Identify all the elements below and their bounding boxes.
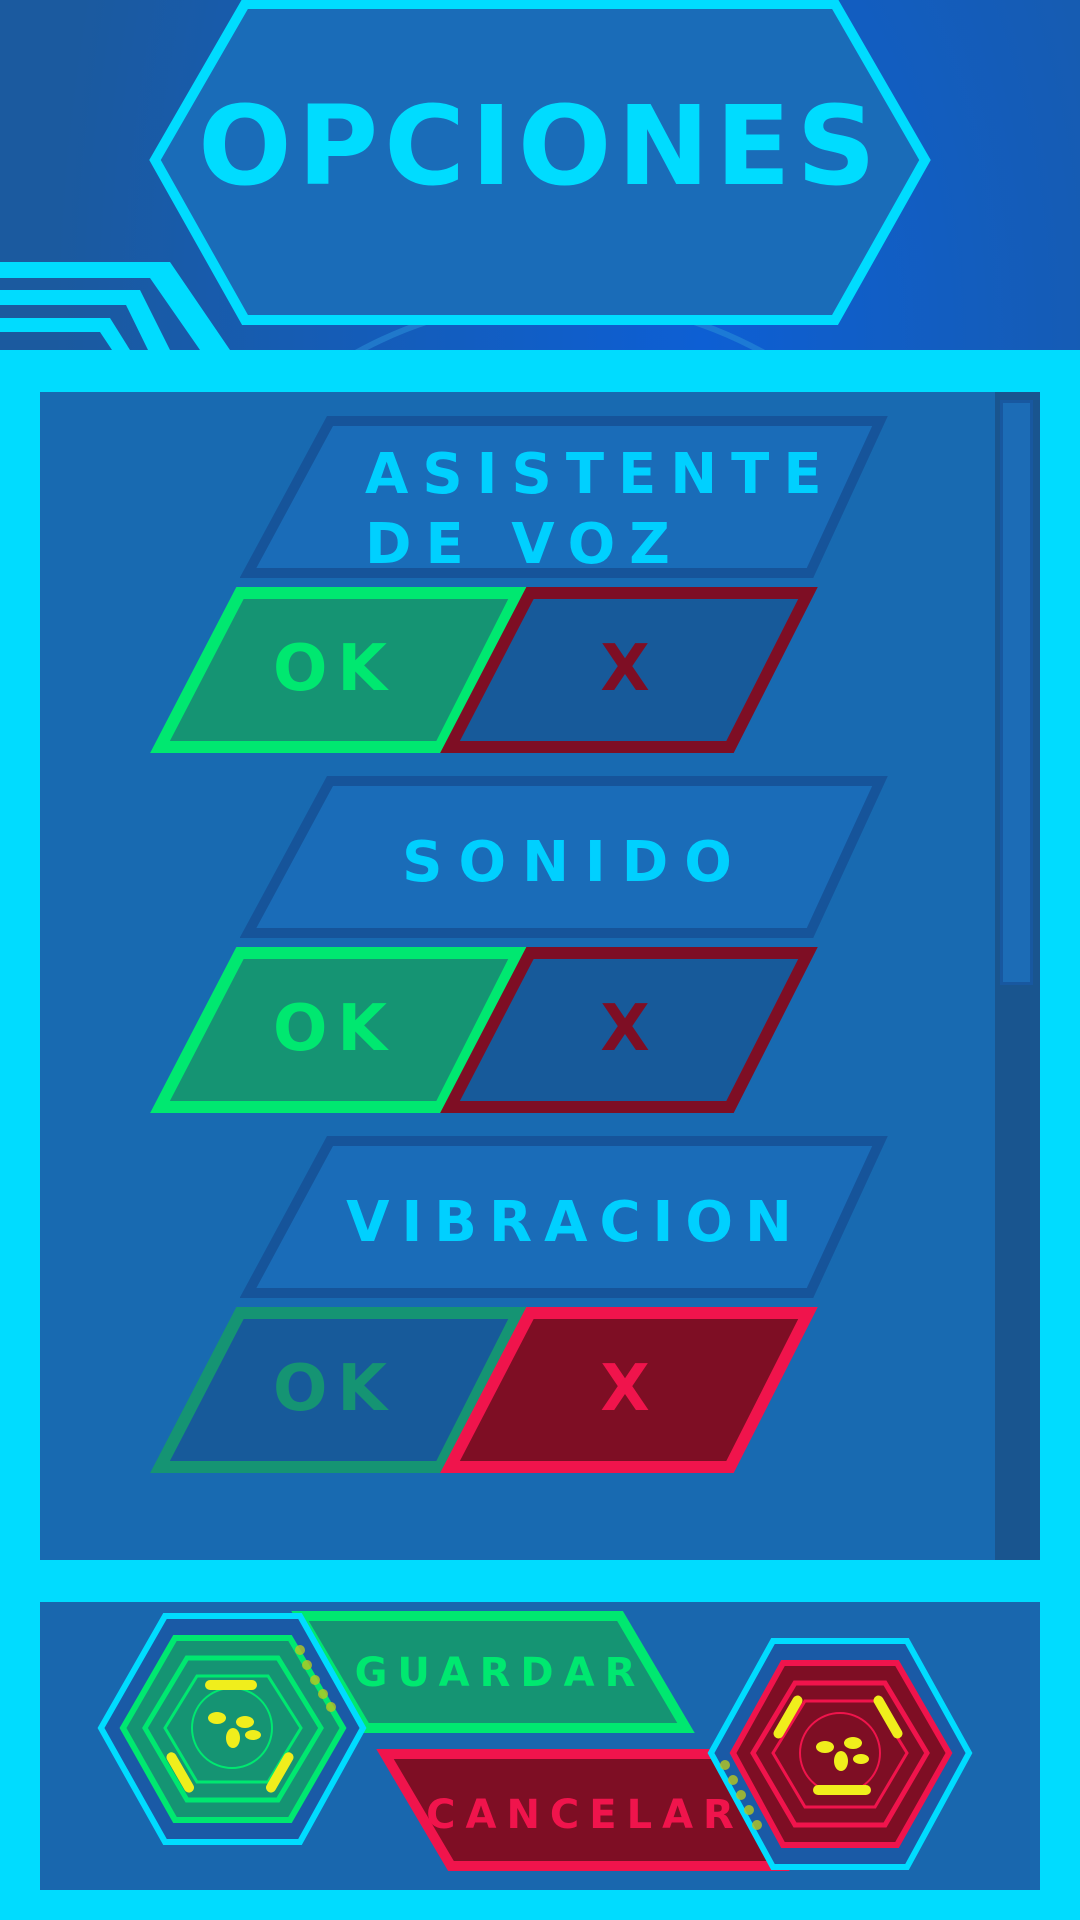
cancel-label: CANCELAR (426, 1792, 744, 1838)
page-title: OPCIONES (198, 82, 882, 210)
save-label: GUARDAR (354, 1650, 646, 1696)
leaf-emblem-icon[interactable] (705, 1635, 975, 1875)
option-label-vibration: VIBRACION (346, 1190, 804, 1255)
vibration-x-label: X (600, 1352, 650, 1426)
vibration-ok-label: OK (273, 1352, 397, 1426)
sound-x-label: X (600, 992, 650, 1066)
leaf-emblem-icon[interactable] (95, 1610, 370, 1850)
sound-ok-label: OK (273, 992, 397, 1066)
voice-x-label: X (600, 632, 650, 706)
option-label-voice-assistant: ASISTENTE DE VOZ (365, 442, 836, 577)
option-label-sound: SONIDO (402, 830, 748, 895)
scrollbar-thumb[interactable] (1000, 400, 1033, 985)
voice-ok-label: OK (273, 632, 397, 706)
